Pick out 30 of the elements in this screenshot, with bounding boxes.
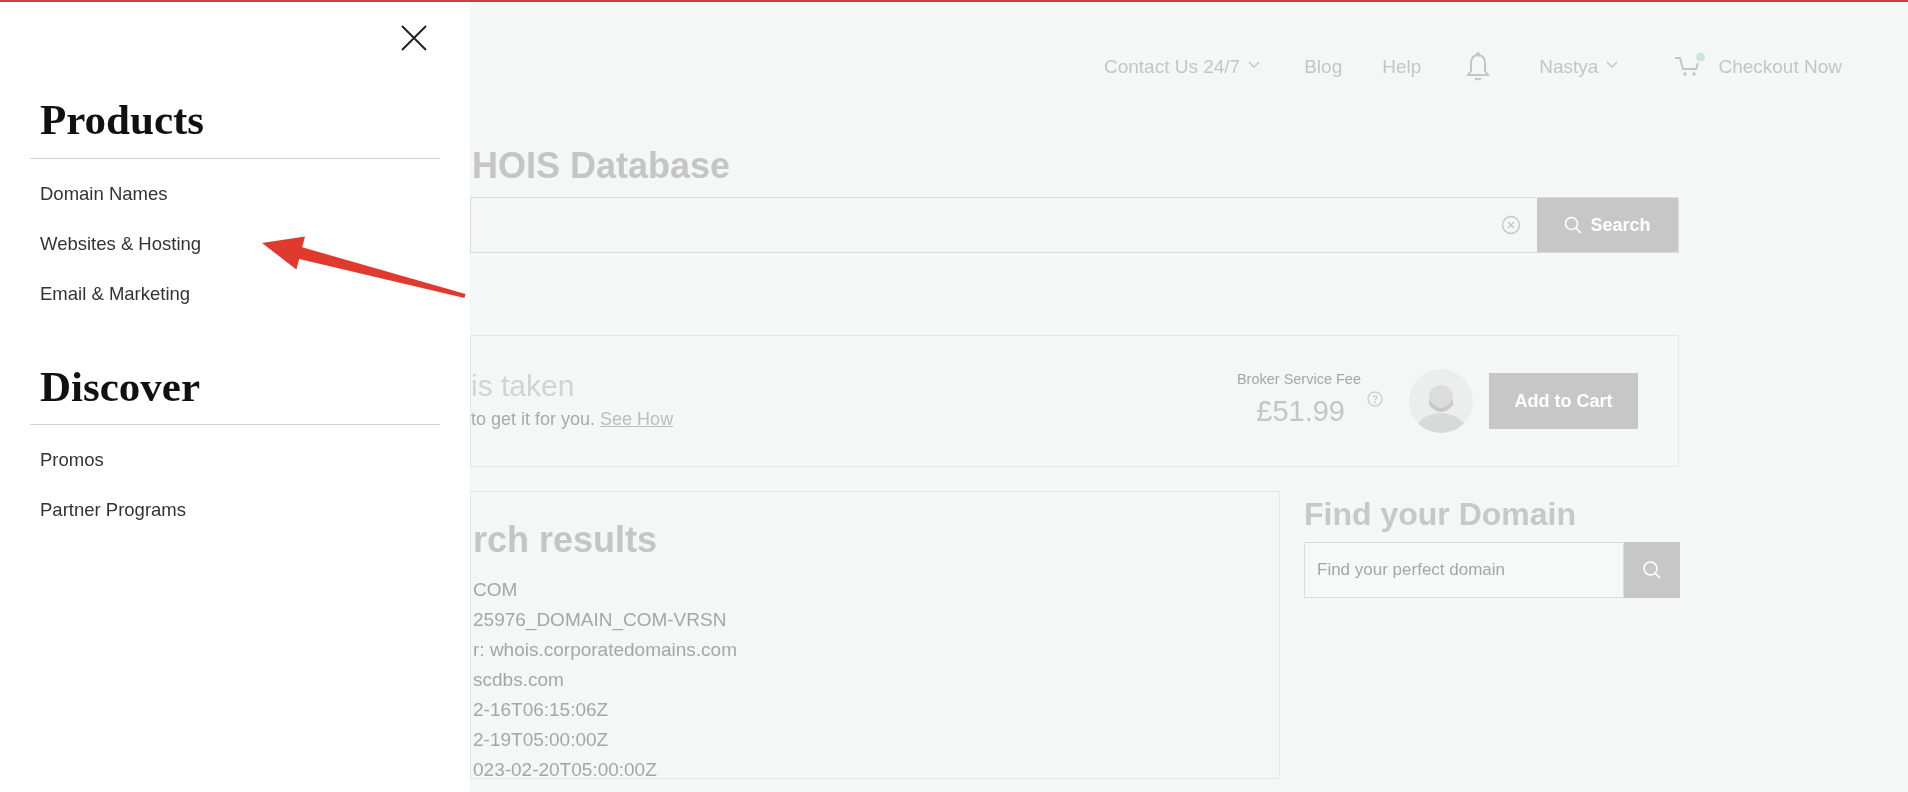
help-icon[interactable] (1367, 390, 1383, 407)
close-icon[interactable] (400, 24, 428, 52)
result-line: 2-19T05:00:00Z (473, 728, 610, 753)
search-button[interactable]: Search (1537, 198, 1678, 253)
search-field[interactable]: Search (470, 197, 1679, 254)
search-button[interactable] (1624, 541, 1680, 598)
result-line: scdbs.com (473, 668, 565, 693)
section-heading: Discover (40, 361, 201, 412)
result-line: 2-16T06:15:06Z (473, 698, 610, 723)
result-line: COM (473, 578, 519, 603)
clear-icon[interactable] (1501, 215, 1521, 236)
result-line: r: whois.corporatedomains.com (473, 638, 738, 663)
menu-link[interactable]: Websites & Hosting (40, 218, 440, 269)
see-how-link[interactable]: See How (600, 409, 674, 430)
search-icon (1564, 216, 1583, 235)
domain-search-field[interactable]: Find your perfect domain (1304, 541, 1624, 598)
search-icon (1642, 559, 1662, 580)
chevron-down-icon (1606, 60, 1619, 69)
menu-link[interactable]: Partner Programs (40, 485, 440, 536)
menu-link[interactable]: Email & Marketing (40, 268, 440, 319)
menu-link[interactable]: Domain Names (40, 168, 440, 219)
result-line: 25976_DOMAIN_COM-VRSN (473, 608, 728, 633)
menu-link[interactable]: Promos (40, 435, 440, 486)
add-to-cart-button[interactable]: Add to Cart (1489, 373, 1638, 430)
chevron-down-icon (1248, 60, 1261, 69)
fee-label: Broker Service Fee (1236, 369, 1361, 389)
section-heading: Products (40, 95, 206, 145)
result-line: 023-02-20T05:00:00Z (473, 758, 658, 779)
description: to get it for you. (471, 409, 596, 430)
notification-icon[interactable] (1465, 52, 1492, 82)
